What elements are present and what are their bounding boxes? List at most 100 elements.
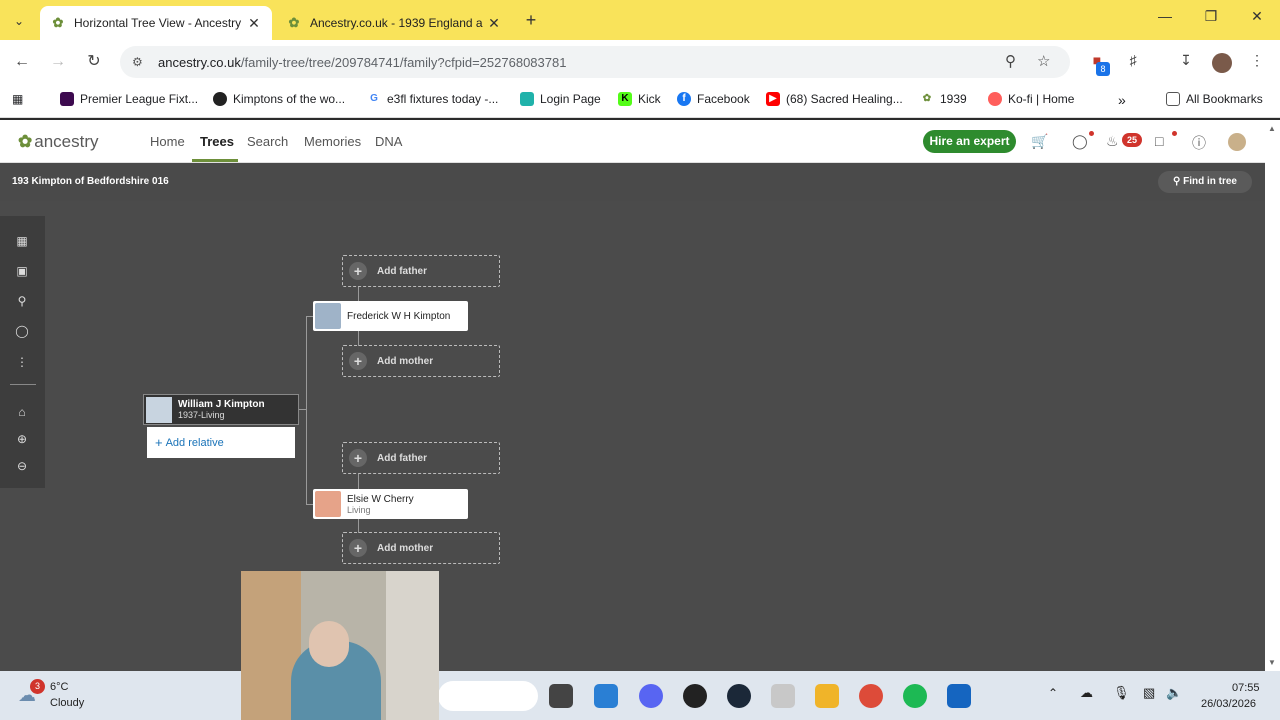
bookmark-premier-league[interactable]: Premier League Fixt... xyxy=(60,92,198,106)
volume-icon[interactable]: 🔈 xyxy=(1166,685,1182,701)
media-gallery-icon[interactable]: ▣ xyxy=(14,263,30,279)
restore-icon[interactable]: ❐ xyxy=(1196,8,1226,25)
close-tab-icon[interactable]: ✕ xyxy=(246,15,262,32)
person-name: Elsie W Cherry xyxy=(347,493,414,505)
zoom-out-icon[interactable]: ⊖ xyxy=(14,458,30,474)
bookmark-kimptons[interactable]: Kimptons of the wo... xyxy=(213,92,345,106)
new-tab-icon[interactable]: + xyxy=(520,10,542,32)
minimize-icon[interactable]: — xyxy=(1150,8,1180,24)
chrome-menu-icon[interactable]: ⋮ xyxy=(1247,52,1267,72)
close-tab-icon[interactable]: ✕ xyxy=(486,15,502,32)
bookmark-1939[interactable]: ✿ 1939 xyxy=(920,92,967,106)
comments-icon[interactable]: ◯ xyxy=(14,323,30,339)
person-card-father[interactable]: Frederick W H Kimpton xyxy=(313,301,468,331)
tab-search-chevron-icon[interactable]: ⌄ xyxy=(8,10,30,32)
outlook-icon[interactable] xyxy=(594,684,618,708)
bookmark-label: (68) Sacred Healing... xyxy=(786,92,903,106)
connector-line xyxy=(358,519,359,533)
bookmark-label: Login Page xyxy=(540,92,601,106)
tab-ancestry-1939[interactable]: ✿ Ancestry.co.uk - 1939 England a ✕ xyxy=(276,6,512,40)
extensions-puzzle-icon[interactable]: ♯ xyxy=(1123,52,1143,72)
tree-name[interactable]: 193 Kimpton of Bedfordshire 016 xyxy=(12,176,169,187)
download-icon[interactable]: ↧ xyxy=(1176,52,1196,72)
bookmark-login-page[interactable]: Login Page xyxy=(520,92,601,106)
more-bookmarks-icon[interactable]: » xyxy=(1118,92,1126,108)
profile-avatar[interactable] xyxy=(1212,53,1232,73)
person-card-focus[interactable]: William J Kimpton 1937-Living xyxy=(143,394,299,425)
add-father-button[interactable]: + Add father xyxy=(342,442,500,474)
add-mother-button[interactable]: + Add mother xyxy=(342,345,500,377)
person-card-mother[interactable]: Elsie W Cherry Living xyxy=(313,489,468,519)
bookmark-label: e3fl fixtures today -... xyxy=(387,92,499,106)
bookmark-sacred-healing[interactable]: ▶ (68) Sacred Healing... xyxy=(766,92,903,106)
spotify-icon[interactable] xyxy=(903,684,927,708)
help-icon[interactable]: ⓘ xyxy=(1192,133,1206,153)
kofi-icon xyxy=(988,92,1002,106)
bookmark-star-icon[interactable]: ☆ xyxy=(1037,52,1050,70)
bookmark-label: Kick xyxy=(638,92,661,106)
clock-time[interactable]: 07:55 xyxy=(1232,682,1260,694)
home-person-icon[interactable]: ⌂ xyxy=(14,404,30,420)
hire-expert-button[interactable]: Hire an expert xyxy=(923,130,1016,153)
youtube-icon: ▶ xyxy=(766,92,780,106)
hints-icon[interactable]: ◯ xyxy=(1072,133,1088,150)
tree-view-icon[interactable]: ▦ xyxy=(14,233,30,249)
login-icon xyxy=(520,92,534,106)
all-bookmarks-folder[interactable]: All Bookmarks xyxy=(1166,92,1263,106)
browser-tab-bar: ⌄ ✿ Horizontal Tree View - Ancestry ✕ ✿ … xyxy=(0,0,1280,40)
file-explorer-icon[interactable] xyxy=(815,684,839,708)
zoom-icon[interactable]: ⚲ xyxy=(1005,52,1016,70)
notification-bell-icon[interactable]: ♨ xyxy=(1106,133,1119,150)
add-mother-button[interactable]: + Add mother xyxy=(342,532,500,564)
bookmark-kick[interactable]: K Kick xyxy=(618,92,661,106)
nav-search[interactable]: Search xyxy=(247,134,288,149)
nav-dna[interactable]: DNA xyxy=(375,134,402,149)
url-path: /family-tree/tree/209784741/family?cfpid… xyxy=(240,54,567,70)
weather-temperature[interactable]: 6°C xyxy=(50,681,68,693)
back-icon[interactable]: ← xyxy=(12,52,32,72)
discord-icon[interactable] xyxy=(639,684,663,708)
tab-horizontal-tree-view[interactable]: ✿ Horizontal Tree View - Ancestry ✕ xyxy=(40,6,272,40)
tree-tools-panel: ▦ ▣ ⚲ ◯ ⋮ ⌂ ⊕ ⊖ xyxy=(0,216,45,488)
bookmark-kofi[interactable]: Ko-fi | Home xyxy=(988,92,1074,106)
bookmark-facebook[interactable]: f Facebook xyxy=(677,92,750,106)
site-info-icon[interactable]: ⚙ xyxy=(132,55,148,69)
forward-icon[interactable]: → xyxy=(48,52,68,72)
nav-memories[interactable]: Memories xyxy=(304,134,361,149)
task-view-icon[interactable] xyxy=(549,684,573,708)
more-options-icon[interactable]: ⋮ xyxy=(14,354,30,370)
tree-title-bar: 193 Kimpton of Bedfordshire 016 ⚲ Find i… xyxy=(0,163,1265,201)
app-icon[interactable] xyxy=(771,684,795,708)
search-people-icon[interactable]: ⚲ xyxy=(14,293,30,309)
app-icon[interactable] xyxy=(947,684,971,708)
close-window-icon[interactable]: ✕ xyxy=(1242,8,1272,25)
add-relative-button[interactable]: + Add relative xyxy=(147,427,295,458)
taskbar-search-box[interactable] xyxy=(438,681,538,711)
scroll-down-icon[interactable]: ▼ xyxy=(1268,658,1276,667)
reload-icon[interactable]: ↻ xyxy=(84,52,104,72)
bookmark-e3fl[interactable]: Ge3fl fixtures today -... xyxy=(367,92,498,106)
steam-icon[interactable] xyxy=(727,684,751,708)
zoom-in-icon[interactable]: ⊕ xyxy=(14,431,30,447)
cart-icon[interactable]: 🛒 xyxy=(1031,133,1048,150)
microphone-icon[interactable]: 🎙 xyxy=(1113,685,1130,701)
nav-home[interactable]: Home xyxy=(150,134,185,149)
address-bar[interactable]: ⚙ ancestry.co.uk/family-tree/tree/209784… xyxy=(120,46,1070,78)
clock-date[interactable]: 26/03/2026 xyxy=(1201,698,1256,710)
apps-grid-icon[interactable]: ▦ xyxy=(12,92,23,106)
user-avatar[interactable] xyxy=(1228,133,1246,151)
find-in-tree-button[interactable]: ⚲ Find in tree xyxy=(1158,171,1252,193)
scroll-up-icon[interactable]: ▲ xyxy=(1268,124,1276,133)
obs-icon[interactable] xyxy=(683,684,707,708)
onedrive-icon[interactable]: ☁ xyxy=(1080,685,1093,701)
chrome-icon[interactable] xyxy=(859,684,883,708)
page-scrollbar[interactable]: ▲ ▼ xyxy=(1265,120,1280,671)
nav-trees[interactable]: Trees xyxy=(200,134,234,149)
show-hidden-icons-icon[interactable]: ⌃ xyxy=(1048,686,1058,700)
network-icon[interactable]: ▧ xyxy=(1143,685,1155,701)
add-father-button[interactable]: + Add father xyxy=(342,255,500,287)
tools-divider xyxy=(10,384,36,385)
ancestry-logo[interactable]: ✿ ancestry xyxy=(18,132,99,152)
logo-text: ancestry xyxy=(34,132,99,151)
messages-icon[interactable]: □ xyxy=(1155,133,1163,149)
